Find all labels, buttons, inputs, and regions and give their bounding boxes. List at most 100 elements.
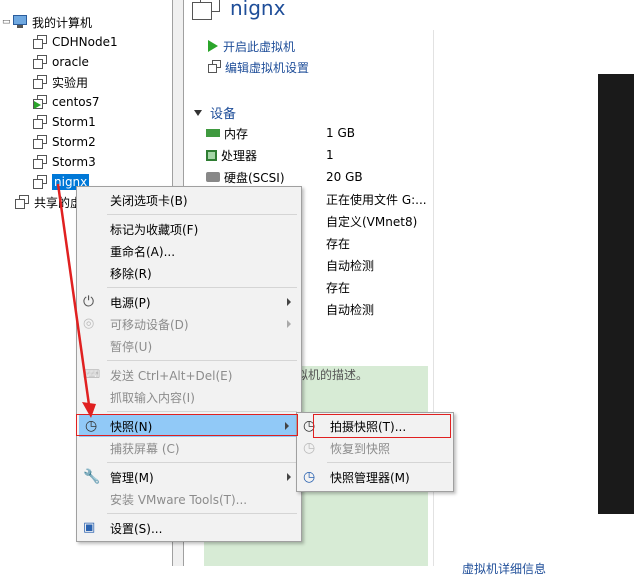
tree-item-label: Storm2 bbox=[52, 135, 96, 149]
menu-separator bbox=[107, 462, 297, 463]
menu-capture-screen[interactable]: 捕获屏幕 (C) bbox=[77, 437, 301, 459]
menu-item-label: 可移动设备(D) bbox=[110, 317, 189, 332]
take-snapshot-icon: ◷ bbox=[303, 418, 316, 434]
menu-pause[interactable]: 暂停(U) bbox=[77, 335, 301, 357]
menu-snapshot[interactable]: ◷ 快照(N) bbox=[79, 415, 299, 437]
device-row-memory[interactable]: 内存 1 GB bbox=[206, 123, 430, 143]
menu-item-label: 恢复到快照 bbox=[330, 441, 391, 456]
menu-removable-devices[interactable]: ◎ 可移动设备(D) bbox=[77, 313, 301, 335]
vm-title-icon bbox=[188, 0, 222, 20]
cpu-icon bbox=[206, 149, 217, 161]
device-value: 1 bbox=[326, 148, 334, 162]
power-icon: ⏻ bbox=[83, 294, 95, 310]
tree-shared-label: 共享的虚 bbox=[34, 195, 83, 210]
tree-item-vm[interactable]: oracle bbox=[32, 52, 89, 72]
menu-grab-input[interactable]: 抓取输入内容(I) bbox=[77, 386, 301, 408]
menu-item-label: 发送 Ctrl+Alt+Del(E) bbox=[110, 368, 233, 383]
menu-separator bbox=[107, 214, 297, 215]
tree-item-vm[interactable]: Storm3 bbox=[32, 152, 96, 172]
vm-icon bbox=[32, 134, 48, 150]
play-icon bbox=[208, 40, 218, 52]
device-value: 自定义(VMnet8) bbox=[326, 214, 418, 229]
device-row-cpu[interactable]: 处理器 1 bbox=[206, 145, 430, 165]
vm-details-link[interactable]: 虚拟机详细信息 bbox=[462, 560, 546, 577]
device-value: 1 GB bbox=[326, 126, 355, 140]
tree-item-label: Storm1 bbox=[52, 115, 96, 129]
menu-snapshot-manager[interactable]: ◷ 快照管理器(M) bbox=[297, 466, 453, 488]
snapshot-manager-icon: ◷ bbox=[303, 469, 316, 485]
device-name: 处理器 bbox=[221, 148, 258, 163]
power-on-link[interactable]: 开启此虚拟机 bbox=[208, 37, 295, 55]
menu-separator bbox=[107, 411, 297, 412]
tree-item-vm[interactable]: 实验用 bbox=[32, 72, 88, 92]
menu-take-snapshot[interactable]: ◷ 拍摄快照(T)... bbox=[297, 415, 453, 437]
tree-item-vm[interactable]: CDHNode1 bbox=[32, 32, 118, 52]
menu-separator bbox=[107, 287, 297, 288]
menu-manage[interactable]: 🔧 管理(M) bbox=[77, 466, 301, 488]
vm-icon bbox=[32, 74, 48, 90]
device-value: 自动检测 bbox=[326, 302, 375, 317]
device-value: 20 GB bbox=[326, 170, 363, 184]
vm-running-icon bbox=[32, 94, 48, 110]
settings-icon: ▣ bbox=[83, 520, 96, 535]
menu-remove[interactable]: 移除(R) bbox=[77, 262, 301, 284]
snapshot-submenu: ◷ 拍摄快照(T)... ◷ 恢复到快照 ◷ 快照管理器(M) bbox=[296, 412, 454, 492]
submenu-arrow-icon bbox=[287, 298, 291, 306]
tree-item-vm[interactable]: Storm2 bbox=[32, 132, 96, 152]
menu-item-label: 重命名(A)... bbox=[110, 244, 176, 259]
tree-item-label: CDHNode1 bbox=[52, 35, 118, 49]
menu-separator bbox=[327, 462, 451, 463]
collapse-arrow-icon bbox=[194, 109, 202, 116]
menu-item-label: 关闭选项卡(B) bbox=[110, 193, 188, 208]
vm-context-menu: 关闭选项卡(B) 标记为收藏项(F) 重命名(A)... 移除(R) ⏻ 电源(… bbox=[76, 186, 302, 542]
submenu-arrow-icon bbox=[285, 422, 289, 430]
edit-settings-link[interactable]: 编辑虚拟机设置 bbox=[208, 58, 309, 76]
vm-icon bbox=[32, 174, 48, 190]
revert-snapshot-icon: ◷ bbox=[303, 440, 316, 456]
menu-item-label: 快照管理器(M) bbox=[330, 470, 410, 485]
tree-item-label: oracle bbox=[52, 55, 89, 69]
menu-item-label: 抓取输入内容(I) bbox=[110, 390, 195, 405]
ctrl-alt-del-icon: ⌨ bbox=[83, 367, 101, 381]
vm-icon bbox=[32, 54, 48, 70]
menu-add-favorite[interactable]: 标记为收藏项(F) bbox=[77, 218, 301, 240]
menu-item-label: 暂停(U) bbox=[110, 339, 153, 354]
wrench-icon: 🔧 bbox=[83, 469, 101, 485]
menu-close-tab[interactable]: 关闭选项卡(B) bbox=[77, 189, 301, 211]
menu-item-label: 移除(R) bbox=[110, 266, 152, 281]
tree-shared-vms[interactable]: 共享的虚 bbox=[14, 192, 82, 212]
menu-settings[interactable]: ▣ 设置(S)... bbox=[77, 517, 301, 539]
menu-rename[interactable]: 重命名(A)... bbox=[77, 240, 301, 262]
tree-root-my-computer[interactable]: ▭ 我的计算机 bbox=[2, 12, 92, 32]
menu-item-label: 捕获屏幕 (C) bbox=[110, 441, 180, 456]
menu-item-label: 快照(N) bbox=[110, 419, 153, 434]
menu-revert-snapshot[interactable]: ◷ 恢复到快照 bbox=[297, 437, 453, 459]
menu-power[interactable]: ⏻ 电源(P) bbox=[77, 291, 301, 313]
shared-vm-icon bbox=[14, 194, 30, 210]
disk-icon bbox=[206, 172, 220, 182]
tree-item-vm[interactable]: Storm1 bbox=[32, 112, 96, 132]
menu-send-ctrl-alt-del[interactable]: ⌨ 发送 Ctrl+Alt+Del(E) bbox=[77, 364, 301, 386]
device-name: 内存 bbox=[224, 126, 249, 141]
menu-item-label: 电源(P) bbox=[110, 295, 151, 310]
device-row-disk[interactable]: 硬盘(SCSI) 20 GB bbox=[206, 167, 430, 187]
vm-screen-preview[interactable] bbox=[598, 74, 634, 514]
tree-item-label: centos7 bbox=[52, 95, 100, 109]
collapse-icon[interactable]: ▭ bbox=[2, 17, 12, 27]
computer-icon bbox=[12, 14, 28, 30]
tree-item-vm[interactable]: centos7 bbox=[32, 92, 100, 112]
device-name: 硬盘(SCSI) bbox=[224, 170, 285, 185]
tree-item-label: Storm3 bbox=[52, 155, 96, 169]
menu-separator bbox=[107, 513, 297, 514]
menu-separator bbox=[107, 360, 297, 361]
edit-settings-label: 编辑虚拟机设置 bbox=[225, 60, 310, 75]
vm-icon bbox=[32, 114, 48, 130]
power-on-label: 开启此虚拟机 bbox=[223, 39, 296, 54]
devices-header-label: 设备 bbox=[210, 107, 237, 122]
devices-section-header[interactable]: 设备 bbox=[194, 103, 236, 122]
submenu-arrow-icon bbox=[287, 320, 291, 328]
vm-title: nignx bbox=[230, 0, 286, 20]
menu-item-label: 拍摄快照(T)... bbox=[330, 419, 407, 434]
menu-install-vmware-tools[interactable]: 安装 VMware Tools(T)... bbox=[77, 488, 301, 510]
device-value: 自动检测 bbox=[326, 258, 375, 273]
